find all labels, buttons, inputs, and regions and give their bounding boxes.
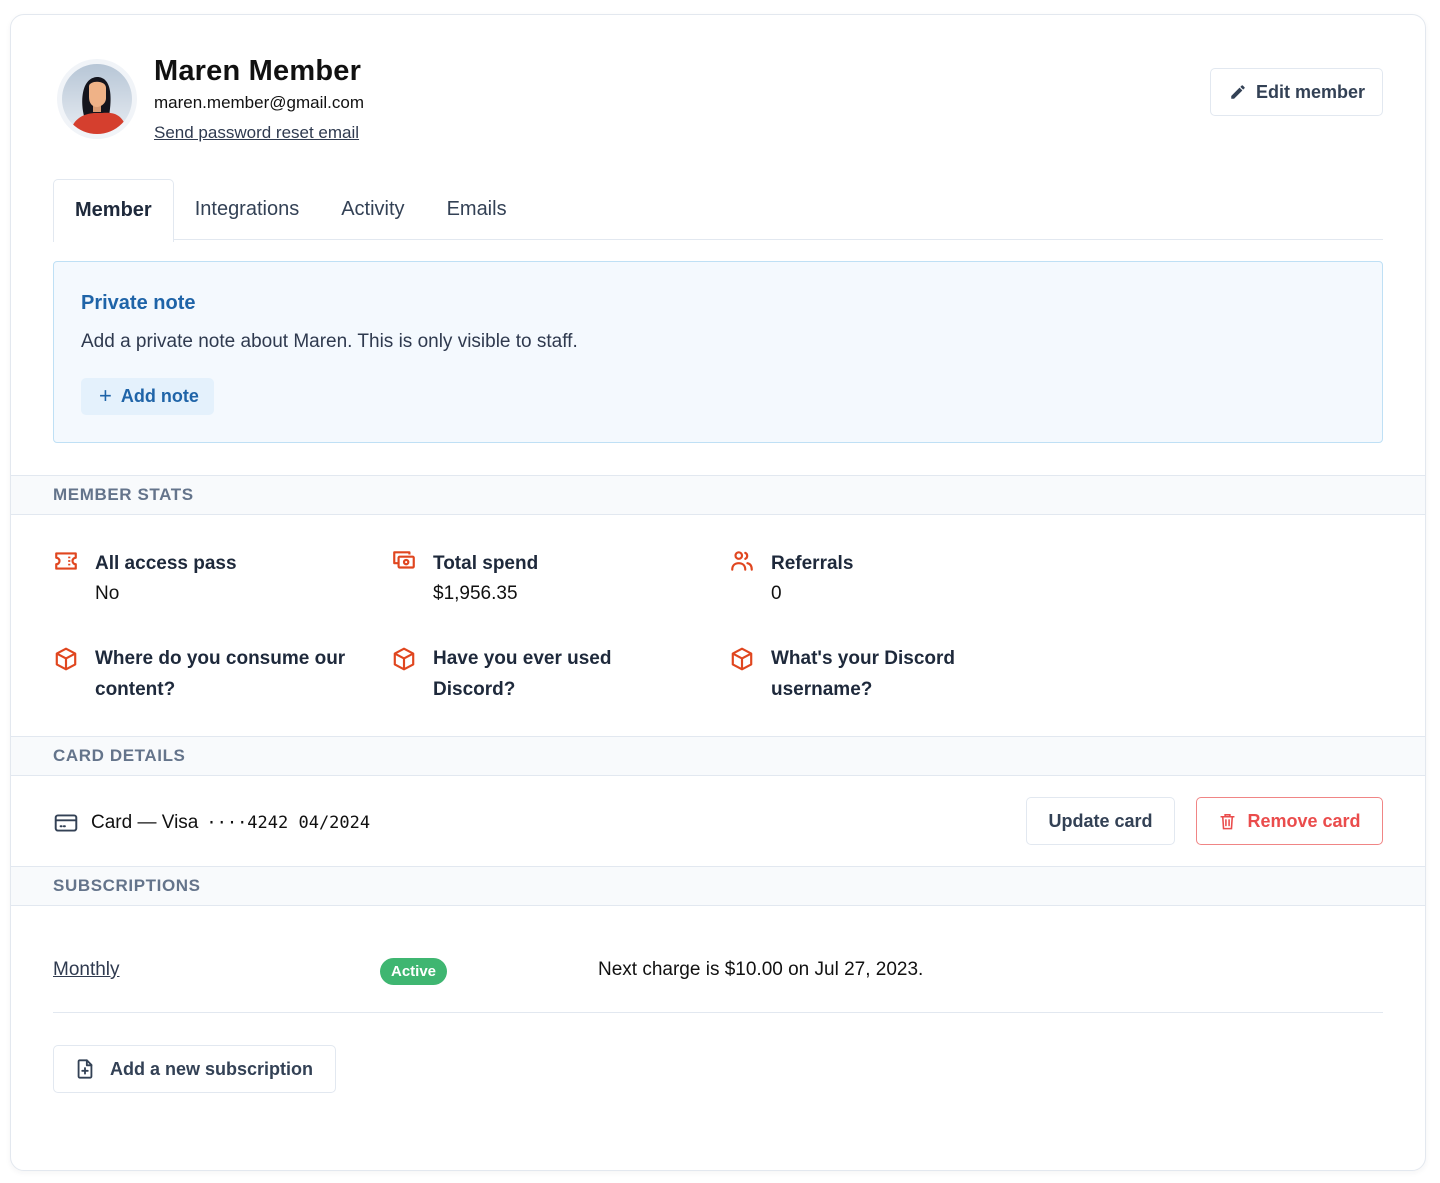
tab-emails[interactable]: Emails [426,179,528,240]
member-email: maren.member@gmail.com [154,93,364,112]
stat-value: $1,956.35 [433,583,518,604]
stat-label: Referrals [771,553,854,574]
pencil-icon [1231,85,1245,99]
stat-value: No [95,583,120,604]
tab-activity[interactable]: Activity [320,179,425,240]
plus-icon: + [99,382,112,408]
avatar-illustration-icon [62,64,132,134]
avatar [57,59,137,139]
card-info: Card — Visa ····4242 04/2024 [53,811,370,835]
edit-member-button[interactable]: Edit member [1209,68,1383,116]
member-stats-heading: MEMBER STATS [11,475,1425,515]
stat-label: What's your Discord username? [771,648,955,700]
private-note-title: Private note [81,292,196,314]
card-label: Card — Visa [91,812,199,833]
next-charge-text: Next charge is $10.00 on Jul 27, 2023. [598,959,924,980]
tab-integrations[interactable]: Integrations [174,179,321,240]
add-subscription-label: Add a new subscription [110,1058,314,1079]
file-plus-icon [77,1059,93,1079]
stat-value: 0 [771,583,782,604]
stat-label: Have you ever used Discord? [433,648,612,700]
remove-card-label: Remove card [1247,810,1361,831]
add-subscription-button[interactable]: Add a new subscription [53,1045,336,1093]
status-badge: Active [380,958,448,985]
card-details-heading: CARD DETAILS [11,736,1425,776]
credit-card-icon [54,814,78,832]
stat-label: Where do you consume our content? [95,648,346,700]
cube-icon [391,646,417,672]
subscriptions-heading: SUBSCRIPTIONS [11,866,1425,906]
stat-label: All access pass [95,553,237,574]
update-card-button[interactable]: Update card [1026,797,1175,845]
money-icon [391,548,417,574]
trash-icon [1220,813,1236,829]
add-note-label: Add note [120,386,199,406]
tab-member[interactable]: Member [53,179,174,242]
users-icon [729,548,755,574]
edit-member-label: Edit member [1255,81,1365,102]
remove-card-button[interactable]: Remove card [1196,797,1383,845]
cube-icon [729,646,755,672]
member-detail-panel: Maren Member maren.member@gmail.com Send… [10,14,1426,1171]
add-note-button[interactable]: + Add note [81,378,214,415]
tab-bar: Member Integrations Activity Emails [53,179,1383,242]
ticket-icon [53,548,79,574]
divider [53,1012,1383,1013]
private-note-box: Private note Add a private note about Ma… [53,261,1383,443]
stat-label: Total spend [433,553,539,574]
subscription-name-link[interactable]: Monthly [53,959,120,981]
card-number: ····4242 04/2024 [206,813,371,833]
send-password-reset-link[interactable]: Send password reset email [154,123,359,143]
cube-icon [53,646,79,672]
private-note-description: Add a private note about Maren. This is … [81,331,578,352]
member-name: Maren Member [154,55,362,87]
